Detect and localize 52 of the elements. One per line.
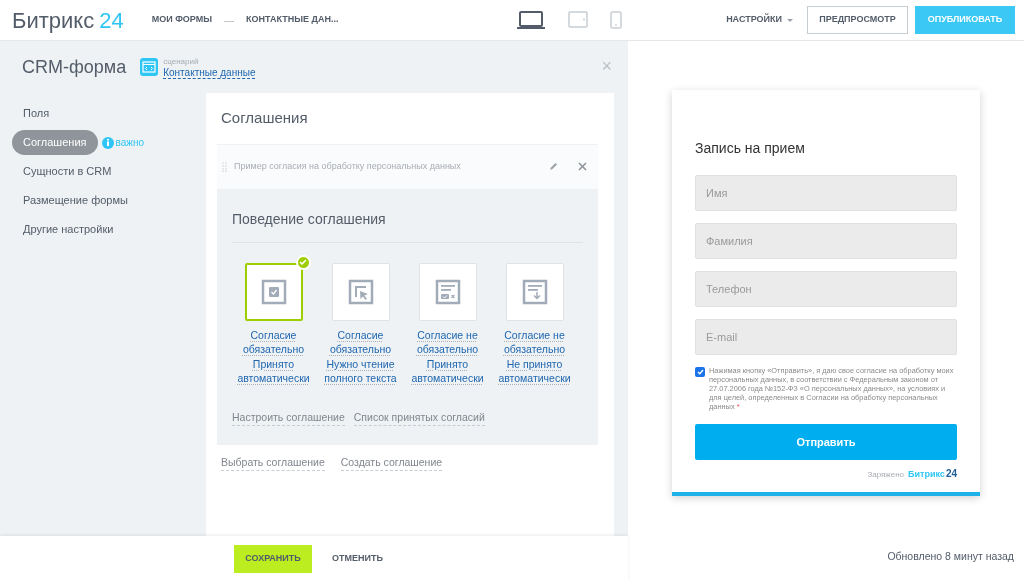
logo-text[interactable]: Битрикс (12, 3, 95, 37)
scenario-label: сценарий (163, 55, 200, 67)
option-link[interactable]: Согласие не обязательно Принято автоматически (410, 327, 485, 386)
drag-handle-icon[interactable] (222, 161, 228, 172)
agreement-option[interactable] (244, 262, 303, 321)
close-icon[interactable] (578, 162, 587, 171)
panel-title: Поведение соглашения (232, 208, 583, 243)
agreement-link[interactable]: Выбрать соглашение (221, 454, 325, 472)
code-window-icon (140, 58, 159, 76)
input-field[interactable]: Телефон (695, 271, 957, 307)
updated-status: Обновлено 8 минут назад (887, 549, 1014, 565)
settings-dropdown[interactable]: НАСТРОЙКИ (726, 13, 793, 27)
option-link[interactable]: Согласие обязательно Нужно чтение полного текста (323, 327, 398, 386)
option-link[interactable]: Согласие обязательно Принято автоматически (236, 327, 311, 386)
brand-number: 24 (945, 467, 957, 481)
sidebar-item[interactable]: Сущности в CRM (12, 159, 123, 184)
check-icon (295, 254, 311, 270)
sidebar-item[interactable]: Соглашения (12, 130, 98, 155)
agreement-option[interactable] (418, 262, 477, 321)
input-field[interactable]: Фамилия (695, 223, 957, 259)
input-field[interactable]: Имя (695, 175, 957, 211)
checkbox[interactable] (695, 367, 705, 377)
option-link[interactable]: Согласие не обязательно Не принято автоматически (497, 327, 572, 386)
breadcrumb-link[interactable]: МОИ ФОРМЫ (151, 13, 213, 27)
agreement-link[interactable]: Список принятых согласий (353, 409, 485, 427)
info-icon (101, 136, 114, 149)
agreement-name: Пример согласия на обработку персональных данных (234, 159, 462, 173)
laptop-icon[interactable] (516, 10, 547, 30)
sidebar-item[interactable]: Другие настройки (12, 217, 125, 242)
breadcrumb-separator: — (224, 13, 235, 28)
sidebar-item[interactable]: Размещение формы (12, 188, 139, 213)
powered-by-label: Заряжено (867, 469, 905, 481)
pencil-icon[interactable] (549, 162, 558, 171)
preview-button[interactable]: ПРЕДПРОСМОТР (807, 6, 908, 34)
tablet-icon[interactable] (568, 11, 589, 29)
caret-icon (787, 18, 793, 22)
form-title: Запись на прием (695, 139, 806, 158)
scenario-link[interactable]: Контактные данные (163, 66, 256, 79)
breadcrumb-link[interactable]: КОНТАКТНЫЕ ДАН... (246, 13, 339, 27)
sidebar-item[interactable]: Поля (12, 101, 61, 126)
agreement-option[interactable] (331, 262, 390, 321)
important-label: важно (115, 136, 145, 150)
phone-icon[interactable] (610, 11, 623, 29)
input-field[interactable]: E-mail (695, 319, 957, 355)
cancel-button[interactable]: ОТМЕНИТЬ (332, 551, 383, 566)
agreement-link[interactable]: Настроить соглашение (232, 409, 345, 427)
agreement-option[interactable] (505, 262, 564, 321)
editor-title: CRM-форма (22, 55, 127, 79)
section-title: Соглашения (220, 108, 309, 128)
save-button[interactable]: СОХРАНИТЬ (234, 544, 312, 573)
agreement-link[interactable]: Создать соглашение (340, 454, 443, 472)
brand-name: Битрикс (908, 468, 945, 481)
